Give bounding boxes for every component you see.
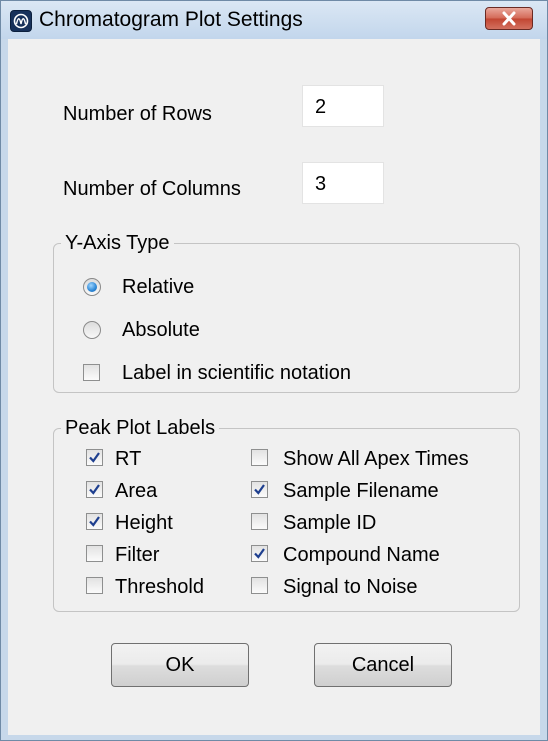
columns-label: Number of Columns: [63, 178, 241, 200]
show-all-apex-times-checkbox[interactable]: [251, 449, 268, 466]
title-bar[interactable]: Chromatogram Plot Settings: [1, 1, 547, 39]
rows-input[interactable]: 2: [302, 85, 384, 127]
height-label[interactable]: Height: [115, 511, 173, 535]
check-mark-icon: [254, 484, 265, 495]
show-all-apex-times-label[interactable]: Show All Apex Times: [283, 447, 469, 471]
check-mark-icon: [89, 452, 100, 463]
threshold-label[interactable]: Threshold: [115, 575, 204, 599]
relative-label[interactable]: Relative: [122, 275, 194, 299]
absolute-label[interactable]: Absolute: [122, 318, 200, 342]
window-title: Chromatogram Plot Settings: [39, 8, 303, 31]
compound-name-checkbox[interactable]: [251, 545, 268, 562]
scientific-notation-checkbox[interactable]: [83, 364, 100, 381]
check-mark-icon: [254, 548, 265, 559]
area-checkbox[interactable]: [86, 481, 103, 498]
y-axis-type-title: Y-Axis Type: [61, 231, 174, 255]
check-mark-icon: [89, 516, 100, 527]
app-logo-icon: [10, 10, 32, 32]
relative-radio[interactable]: [83, 278, 101, 296]
signal-to-noise-label[interactable]: Signal to Noise: [283, 575, 418, 599]
rt-checkbox[interactable]: [86, 449, 103, 466]
cancel-button[interactable]: Cancel: [314, 643, 452, 687]
close-x-icon: [502, 11, 516, 26]
sample-filename-label[interactable]: Sample Filename: [283, 479, 439, 503]
filter-label[interactable]: Filter: [115, 543, 159, 567]
threshold-checkbox[interactable]: [86, 577, 103, 594]
columns-input[interactable]: 3: [302, 162, 384, 204]
check-mark-icon: [89, 484, 100, 495]
sample-id-checkbox[interactable]: [251, 513, 268, 530]
scientific-notation-label[interactable]: Label in scientific notation: [122, 361, 351, 385]
dialog-window: Chromatogram Plot Settings Number of Row…: [0, 0, 548, 741]
dialog-body: Number of Rows 2 Number of Columns 3 Y-A…: [8, 39, 540, 735]
close-button[interactable]: [485, 7, 533, 30]
peak-plot-labels-title: Peak Plot Labels: [61, 416, 220, 440]
sample-id-label[interactable]: Sample ID: [283, 511, 376, 535]
signal-to-noise-checkbox[interactable]: [251, 577, 268, 594]
area-label[interactable]: Area: [115, 479, 157, 503]
rows-label: Number of Rows: [63, 103, 212, 125]
compound-name-label[interactable]: Compound Name: [283, 543, 440, 567]
height-checkbox[interactable]: [86, 513, 103, 530]
rt-label[interactable]: RT: [115, 447, 141, 471]
sample-filename-checkbox[interactable]: [251, 481, 268, 498]
absolute-radio[interactable]: [83, 321, 101, 339]
filter-checkbox[interactable]: [86, 545, 103, 562]
ok-button[interactable]: OK: [111, 643, 249, 687]
